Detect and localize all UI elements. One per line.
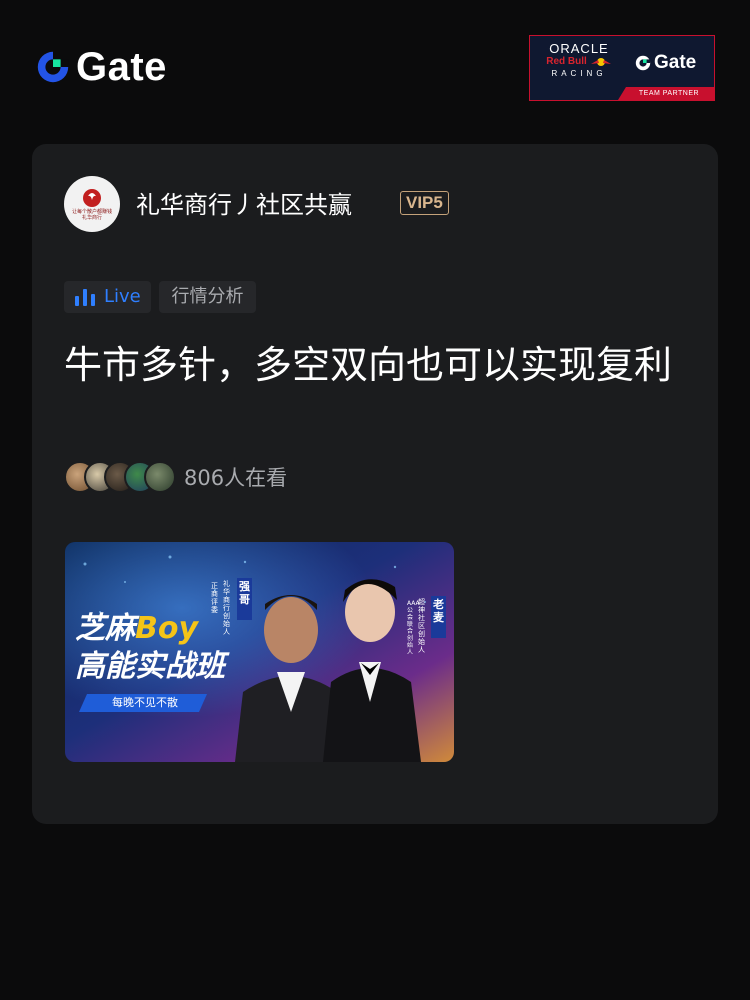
cover-slogan: 每晚不见不散: [112, 696, 178, 709]
avatar-logo-icon: [83, 189, 101, 207]
gate-logo-icon: [635, 55, 651, 71]
redbull-text: Red Bull: [538, 56, 620, 68]
team-partner-badge: TEAM PARTNER: [618, 87, 714, 100]
brand-name: Gate: [76, 45, 167, 89]
live-bars-icon: [75, 289, 95, 306]
category-tag[interactable]: 行情分析: [159, 281, 256, 313]
avatar-subcaption: 礼华商行: [81, 215, 102, 221]
vip-badge: VIP5: [400, 191, 449, 215]
gate-brand-logo[interactable]: Gate: [34, 45, 167, 89]
oracle-redbull-logo: ORACLE Red Bull RACING: [538, 42, 620, 79]
cover-title-line2: 高能实战班: [75, 649, 225, 684]
partner-gate-logo: Gate: [634, 52, 696, 74]
host1-name: 强哥: [239, 580, 250, 606]
viewers-row: 806人在看: [64, 460, 287, 494]
team-partner-banner[interactable]: ORACLE Red Bull RACING Gate TEAM PARTNER: [529, 35, 715, 101]
live-post-card[interactable]: 让每个散户都赚钱 礼华商行 礼华商行丿社区共赢 VIP5 Live 行情分析 牛…: [32, 144, 718, 824]
gate-logo-icon: [37, 51, 69, 83]
racing-text: RACING: [551, 69, 607, 78]
viewer-count: 806人在看: [184, 466, 288, 490]
cover-title-line1: 芝麻Boy: [75, 611, 199, 646]
host2-name: 老麦: [433, 598, 444, 624]
host2-desc2: AAA公会联合创始人: [407, 600, 420, 656]
live-tag: Live: [64, 281, 151, 313]
post-title[interactable]: 牛市多针，多空双向也可以实现复利: [64, 340, 694, 390]
viewer-avatar: [144, 461, 176, 493]
oracle-text: ORACLE: [549, 41, 609, 56]
live-cover-image[interactable]: 芝麻Boy 高能实战班 每晚不见不散 强哥 礼华商行创始人 正商评委 老麦 超神…: [65, 542, 454, 762]
app-header: Gate ORACLE Red Bull RACING Gate TEAM PA…: [0, 0, 750, 130]
avatar[interactable]: 让每个散户都赚钱 礼华商行: [64, 176, 120, 232]
host1-desc2: 正商评委: [211, 582, 218, 614]
live-label: Live: [104, 286, 141, 307]
bulls-icon: [590, 58, 611, 66]
username[interactable]: 礼华商行丿社区共赢: [136, 189, 352, 221]
host1-desc: 礼华商行创始人: [223, 580, 230, 636]
